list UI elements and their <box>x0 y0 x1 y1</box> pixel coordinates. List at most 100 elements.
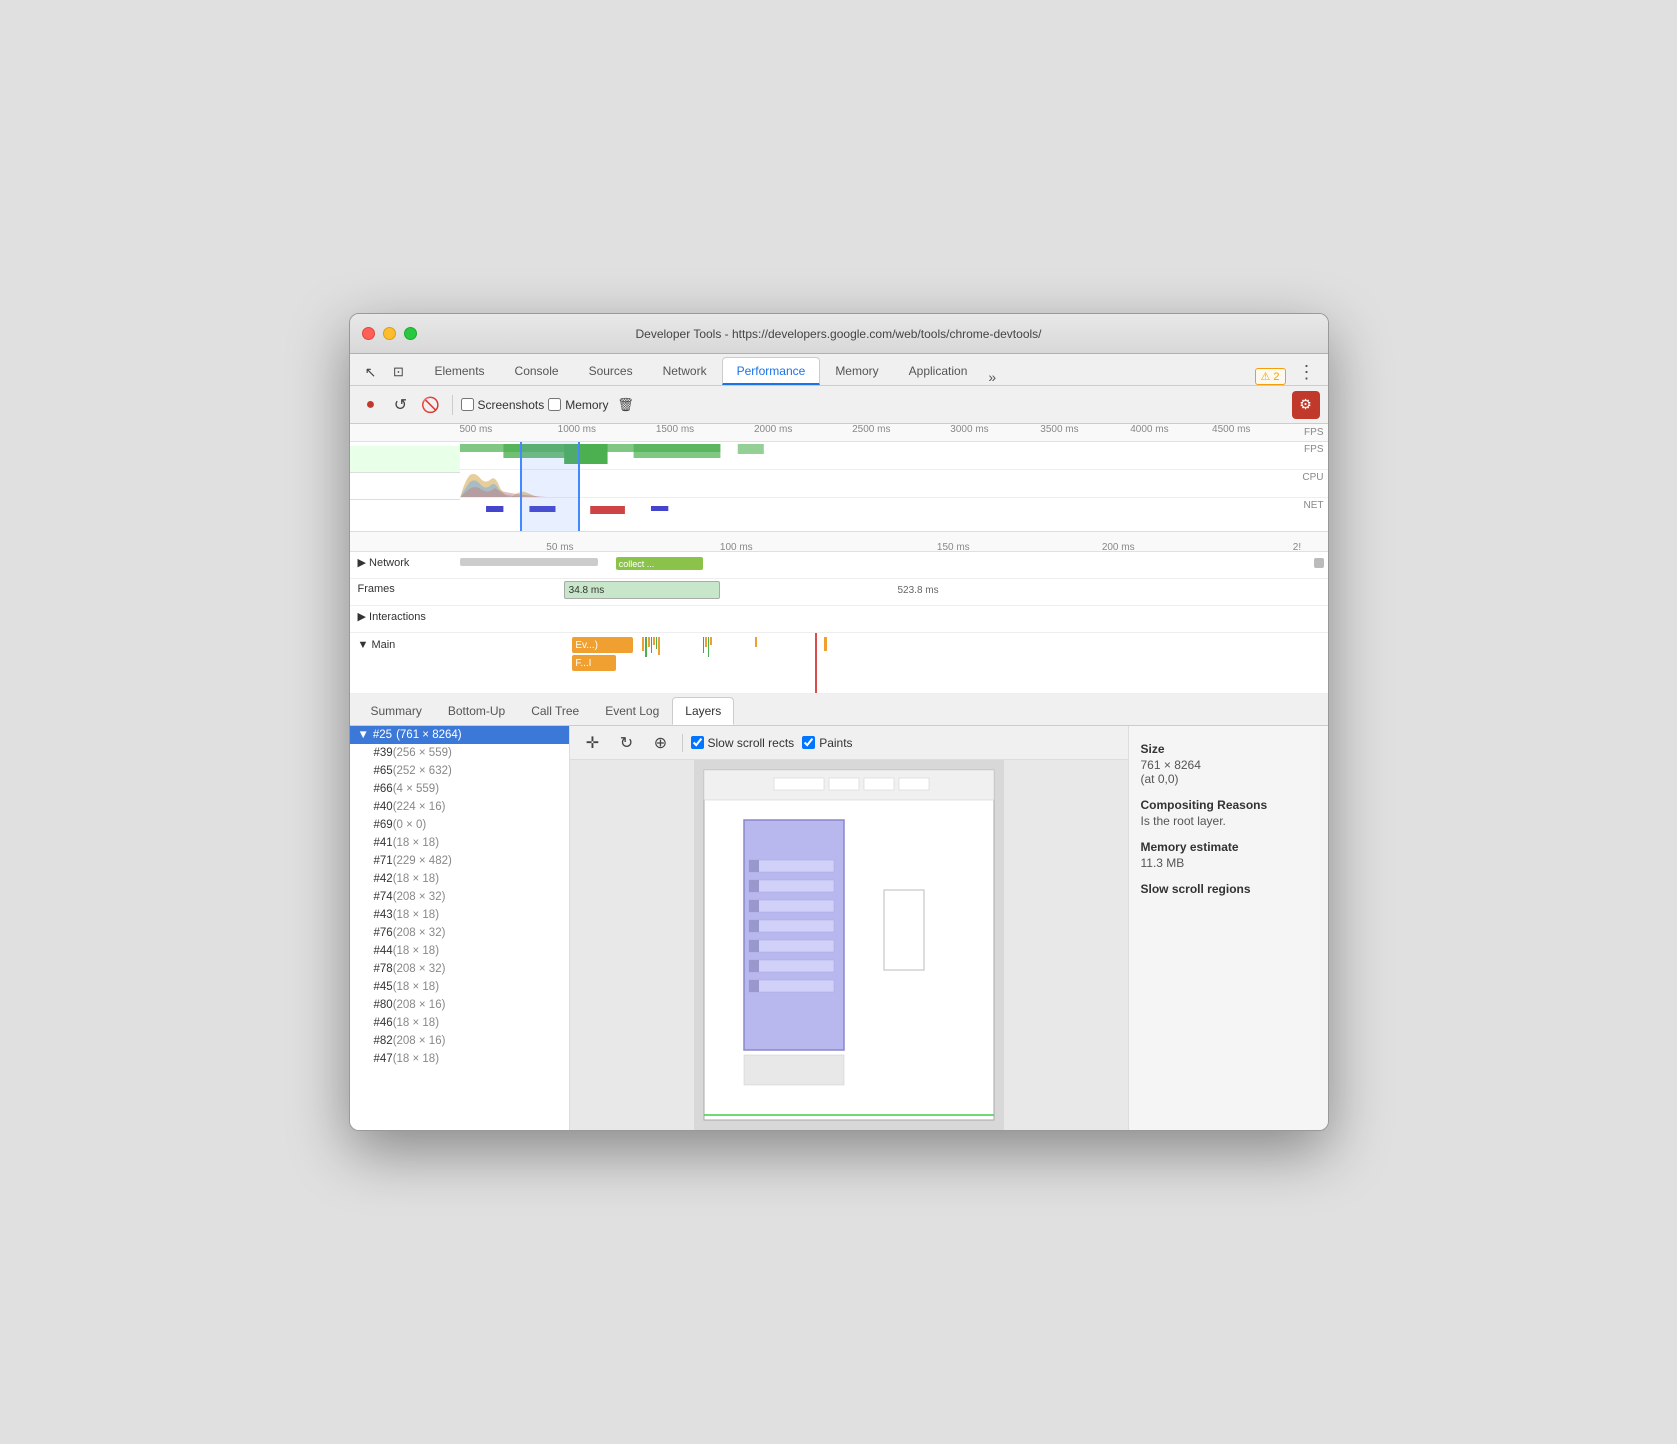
layers-tree[interactable]: ▼ #25(761 × 8264) #39(256 × 559) #65(252… <box>350 726 570 1130</box>
cursor-tool-btn[interactable]: ↖ <box>358 359 384 385</box>
clear-btn[interactable]: 🚫 <box>418 392 444 418</box>
slow-scroll-checkbox[interactable] <box>691 736 704 749</box>
traffic-lights <box>362 327 417 340</box>
layer-item-69[interactable]: #69(0 × 0) <box>350 816 569 834</box>
fps-label: FPS <box>1304 427 1323 438</box>
layer-item-82[interactable]: #82(208 × 16) <box>350 1032 569 1050</box>
layers-container: ▼ #25(761 × 8264) #39(256 × 559) #65(252… <box>350 726 1328 1130</box>
tab-performance[interactable]: Performance <box>722 357 821 385</box>
paints-text: Paints <box>819 736 852 750</box>
interactions-label-text: ▶ Interactions <box>358 610 426 623</box>
ruler-tick-3500: 3500 ms <box>1040 424 1078 435</box>
ruler-tick-1000: 1000 ms <box>558 424 596 435</box>
main-bar-isolated <box>824 637 827 651</box>
tab-call-tree[interactable]: Call Tree <box>518 697 592 725</box>
slow-scroll-text: Slow scroll rects <box>708 736 795 750</box>
bottom-section: Summary Bottom-Up Call Tree Event Log La… <box>350 694 1328 1130</box>
layers-sep <box>682 734 683 752</box>
minimize-button[interactable] <box>383 327 396 340</box>
slow-scroll-label[interactable]: Slow scroll rects <box>691 736 795 750</box>
network-track: ▶ Network collect ... <box>350 552 1328 579</box>
layer-item-root[interactable]: ▼ #25(761 × 8264) <box>350 726 569 744</box>
close-button[interactable] <box>362 327 375 340</box>
memory-est-value: 11.3 MB <box>1141 856 1316 870</box>
layer-item-44[interactable]: #44(18 × 18) <box>350 942 569 960</box>
ruler-tick-2000: 2000 ms <box>754 424 792 435</box>
layers-preview-svg <box>694 760 1004 1130</box>
maximize-button[interactable] <box>404 327 417 340</box>
size-pos: (at 0,0) <box>1141 772 1316 786</box>
pan-tool-btn[interactable]: ✛ <box>580 730 606 756</box>
main-tabs-bar: ↖ ⊡ Elements Console Sources Network Per… <box>350 354 1328 386</box>
overview-panel[interactable]: FPS CPU <box>350 442 1328 532</box>
paints-label[interactable]: Paints <box>802 736 852 750</box>
tab-summary[interactable]: Summary <box>358 697 435 725</box>
ruler-tick-2500: 2500 ms <box>852 424 890 435</box>
info-compositing-row: Compositing Reasons Is the root layer. <box>1141 798 1316 828</box>
rotate-tool-btn[interactable]: ↻ <box>614 730 640 756</box>
layer-item-45[interactable]: #45(18 × 18) <box>350 978 569 996</box>
ruler-tick-1500: 1500 ms <box>656 424 694 435</box>
ruler-tick-4500: 4500 ms <box>1212 424 1250 435</box>
tab-application[interactable]: Application <box>894 357 983 385</box>
tab-sources[interactable]: Sources <box>574 357 648 385</box>
layer-item-76[interactable]: #76(208 × 32) <box>350 924 569 942</box>
main-content: Ev...) F...I <box>460 633 1328 693</box>
main-track: ▼ Main Ev...) F...I <box>350 633 1328 694</box>
screenshots-checkbox-label[interactable]: Screenshots <box>461 398 545 412</box>
layer-item-74[interactable]: #74(208 × 32) <box>350 888 569 906</box>
memory-checkbox[interactable] <box>548 398 561 411</box>
settings-btn[interactable]: ⚙ <box>1292 391 1320 419</box>
layer-item-41[interactable]: #41(18 × 18) <box>350 834 569 852</box>
warning-badge[interactable]: ⚠ 2 <box>1255 368 1286 385</box>
overview-ruler: 500 ms 1000 ms 1500 ms 2000 ms 2500 ms 3… <box>350 424 1328 442</box>
tab-event-log[interactable]: Event Log <box>592 697 672 725</box>
sep1 <box>452 395 453 415</box>
network-label[interactable]: ▶ Network <box>350 552 460 573</box>
devtools-window: Developer Tools - https://developers.goo… <box>349 313 1329 1131</box>
pan2-tool-btn[interactable]: ⊕ <box>648 730 674 756</box>
layer-item-47[interactable]: #47(18 × 18) <box>350 1050 569 1068</box>
layer-item-39[interactable]: #39(256 × 559) <box>350 744 569 762</box>
layer-item-42[interactable]: #42(18 × 18) <box>350 870 569 888</box>
layer-item-71[interactable]: #71(229 × 482) <box>350 852 569 870</box>
layer-item-65[interactable]: #65(252 × 632) <box>350 762 569 780</box>
main-label-text: ▼ Main <box>358 639 396 651</box>
memory-checkbox-label[interactable]: Memory <box>548 398 608 412</box>
frame-item-2: 523.8 ms <box>894 581 1068 599</box>
paints-checkbox[interactable] <box>802 736 815 749</box>
layer-item-46[interactable]: #46(18 × 18) <box>350 1014 569 1032</box>
layer-item-43[interactable]: #43(18 × 18) <box>350 906 569 924</box>
record-btn[interactable]: ● <box>358 392 384 418</box>
layers-canvas[interactable] <box>570 760 1128 1130</box>
detail-tick-50: 50 ms <box>546 542 573 553</box>
tab-bottom-up[interactable]: Bottom-Up <box>435 697 518 725</box>
memory-label: Memory <box>565 398 608 412</box>
main-fi-item[interactable]: F...I <box>572 655 615 671</box>
main-label[interactable]: ▼ Main <box>350 633 460 655</box>
detail-ruler: 50 ms 100 ms 150 ms 200 ms 2! <box>350 532 1328 552</box>
tab-layers[interactable]: Layers <box>672 697 734 725</box>
layer-item-80[interactable]: #80(208 × 16) <box>350 996 569 1014</box>
network-content: collect ... <box>460 552 1328 578</box>
tab-elements[interactable]: Elements <box>420 357 500 385</box>
device-toggle-btn[interactable]: ⊡ <box>386 359 412 385</box>
delete-btn[interactable]: 🗑 <box>613 392 639 418</box>
more-options-btn[interactable]: ⋮ <box>1294 359 1320 385</box>
fps-right-label: FPS <box>1304 444 1323 455</box>
main-ev-item[interactable]: Ev...) <box>572 637 633 653</box>
warning-count: 2 <box>1273 371 1279 383</box>
screenshots-checkbox[interactable] <box>461 398 474 411</box>
layer-item-66[interactable]: #66(4 × 559) <box>350 780 569 798</box>
network-scrollbar[interactable] <box>1314 558 1324 568</box>
frame-item-1[interactable]: 34.8 ms <box>564 581 720 599</box>
layer-item-78[interactable]: #78(208 × 32) <box>350 960 569 978</box>
compositing-label: Compositing Reasons <box>1141 798 1316 812</box>
tab-network[interactable]: Network <box>648 357 722 385</box>
reload-btn[interactable]: ↺ <box>388 392 414 418</box>
more-tabs-button[interactable]: » <box>982 369 1002 385</box>
tab-memory[interactable]: Memory <box>820 357 893 385</box>
tab-console[interactable]: Console <box>500 357 574 385</box>
interactions-label[interactable]: ▶ Interactions <box>350 606 460 627</box>
layer-item-40[interactable]: #40(224 × 16) <box>350 798 569 816</box>
